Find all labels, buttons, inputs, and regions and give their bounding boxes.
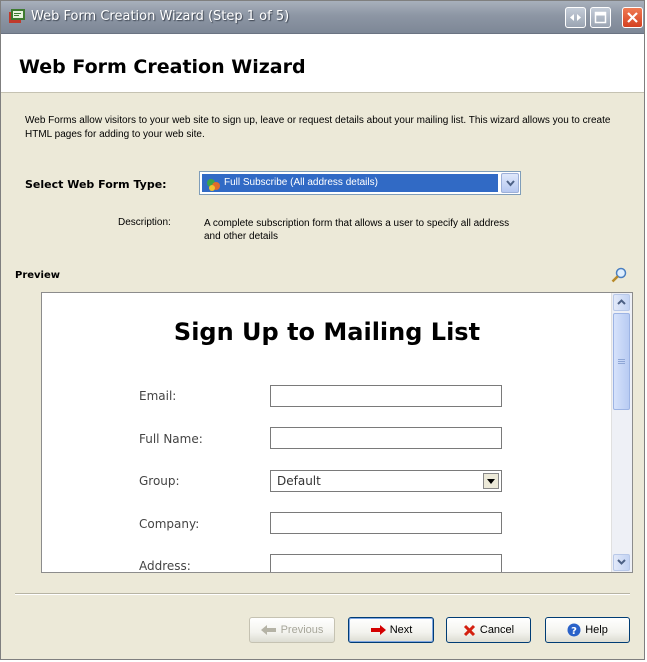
next-label: Next [389,624,413,636]
preview-email-label: Email: [139,389,177,403]
preview-group-select[interactable]: Default [270,470,502,492]
arrow-left-icon [260,625,276,635]
previous-button[interactable]: Previous [249,617,335,643]
app-icon [9,9,25,24]
chevron-down-icon [617,559,626,565]
preview-address-input[interactable] [270,554,502,572]
description-text: A complete subscription form that allows… [204,218,510,242]
close-icon [627,12,638,23]
preview-fullname-input[interactable] [270,427,502,449]
preview-address-label: Address: [139,559,191,573]
restore-button[interactable] [565,7,586,28]
description-label: Description: [118,217,171,228]
page-title: Web Form Creation Wizard [19,56,306,78]
form-type-dropdown-button[interactable] [501,173,519,193]
preview-group-label: Group: [139,474,180,488]
preview-group-value: Default [277,474,321,488]
maximize-button[interactable] [590,7,611,28]
footer-divider [15,593,630,595]
title-bar[interactable]: Web Form Creation Wizard (Step 1 of 5) [1,1,644,34]
form-type-select[interactable]: Full Subscribe (All address details) [199,171,521,195]
next-button[interactable]: Next [348,617,434,643]
preview-label: Preview [15,270,61,281]
arrow-right-icon [370,625,386,635]
preview-scrollbar[interactable] [611,293,632,572]
preview-company-input[interactable] [270,512,502,534]
preview-fullname-label: Full Name: [139,432,203,446]
scroll-down-button[interactable] [613,554,630,571]
cancel-button[interactable]: Cancel [446,617,531,643]
previous-label: Previous [280,624,324,636]
cancel-x-icon [463,624,475,636]
preview-group-dropdown-button[interactable] [483,473,499,489]
close-button[interactable] [622,7,643,28]
header-panel: Web Form Creation Wizard [1,34,644,93]
cancel-label: Cancel [479,624,515,636]
preview-pane[interactable]: Sign Up to Mailing List Email: Full Name… [41,292,633,573]
preview-email-input[interactable] [270,385,502,407]
scroll-thumb[interactable] [613,313,630,410]
magnifier-icon[interactable] [611,267,627,287]
maximize-icon [594,11,607,24]
form-type-selected-text: Full Subscribe (All address details) [224,177,378,188]
help-label: Help [585,624,608,636]
svg-text:?: ? [571,626,577,637]
scroll-up-button[interactable] [613,294,630,311]
help-button[interactable]: ? Help [545,617,630,643]
help-icon: ? [567,623,581,637]
form-type-label: Select Web Form Type: [25,178,167,191]
window-title: Web Form Creation Wizard (Step 1 of 5) [31,9,290,24]
triangle-down-icon [487,479,495,484]
intro-text: Web Forms allow visitors to your web sit… [25,115,611,140]
form-type-selected-value: Full Subscribe (All address details) [202,174,498,192]
wizard-window: Web Form Creation Wizard (Step 1 of 5) W… [0,0,645,660]
form-type-icon [206,177,221,196]
preview-content: Sign Up to Mailing List Email: Full Name… [42,293,612,572]
chevron-up-icon [617,299,626,305]
chevron-down-icon [506,180,515,187]
preview-company-label: Company: [139,517,200,531]
preview-heading: Sign Up to Mailing List [173,318,481,346]
restore-icon [570,14,581,21]
